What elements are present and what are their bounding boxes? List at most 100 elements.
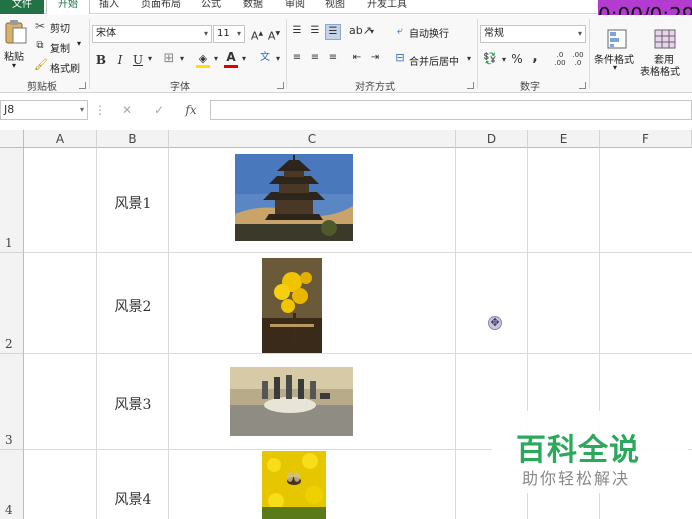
dialog-launcher-icon[interactable] xyxy=(579,82,586,89)
chevron-down-icon: ▾ xyxy=(203,29,208,38)
chevron-down-icon[interactable]: ▾ xyxy=(240,52,248,66)
decrease-decimal-icon[interactable]: .00.0 xyxy=(570,51,586,67)
percent-button[interactable]: % xyxy=(510,52,524,66)
increase-decimal-icon[interactable]: .0.00 xyxy=(552,51,568,67)
align-bottom-icon[interactable]: ☰ xyxy=(325,24,341,40)
shrink-font-button[interactable]: A▼ xyxy=(267,27,281,44)
align-center-icon[interactable]: ≡ xyxy=(308,51,322,65)
column-header-f[interactable]: F xyxy=(600,130,692,148)
enter-icon[interactable]: ✓ xyxy=(150,100,168,120)
tab-review[interactable]: 审阅 xyxy=(280,0,310,14)
grid-line xyxy=(24,353,692,354)
row-header-2[interactable]: 2 xyxy=(0,253,24,354)
number-format-select[interactable]: 常规 ▾ xyxy=(480,25,586,43)
border-icon[interactable]: ⊞ xyxy=(162,52,176,66)
chevron-down-icon: ▾ xyxy=(236,29,241,38)
merge-center-button[interactable]: 合并后居中 xyxy=(409,53,459,68)
name-box[interactable]: J8 ▾ xyxy=(0,100,88,120)
align-middle-icon[interactable]: ☰ xyxy=(308,24,322,38)
chevron-down-icon[interactable]: ▾ xyxy=(368,25,376,39)
cell-b1[interactable]: 风景1 xyxy=(97,193,169,213)
chevron-down-icon[interactable]: ▾ xyxy=(465,52,473,66)
chevron-down-icon[interactable]: ▾ xyxy=(146,52,154,66)
landscape-image-1[interactable] xyxy=(235,154,353,241)
chevron-down-icon[interactable]: ▾ xyxy=(212,52,220,66)
column-header-b[interactable]: B xyxy=(97,130,169,148)
align-left-icon[interactable]: ≡ xyxy=(290,51,304,65)
align-right-icon[interactable]: ≡ xyxy=(326,51,340,65)
copy-button[interactable]: 复制 xyxy=(50,40,70,55)
tab-home[interactable]: 开始 xyxy=(46,0,90,14)
insert-function-icon[interactable]: fx xyxy=(180,100,202,120)
bold-button[interactable]: B xyxy=(95,53,107,67)
wrap-text-button[interactable]: 自动换行 xyxy=(409,25,449,40)
grid-line xyxy=(24,252,692,253)
table-style-label-2: 表格格式 xyxy=(640,67,680,78)
tab-developer[interactable]: 开发工具 xyxy=(360,0,414,14)
align-top-icon[interactable]: ☰ xyxy=(290,24,304,38)
paste-button[interactable]: 粘贴 ▾ xyxy=(2,17,30,75)
font-color-button[interactable]: A xyxy=(224,50,238,68)
watermark-title: 百科全说 xyxy=(516,433,640,468)
orientation-icon[interactable]: ab↗ xyxy=(349,24,372,38)
comma-button[interactable]: , xyxy=(530,50,540,64)
tab-data[interactable]: 数据 xyxy=(238,0,268,14)
format-painter-button[interactable]: 格式刷 xyxy=(50,60,80,75)
fill-color-button[interactable]: ◈ xyxy=(196,51,210,68)
conditional-format-button[interactable]: 条件格式 ▾ xyxy=(594,27,640,77)
tab-formulas[interactable]: 公式 xyxy=(196,0,226,14)
fill-color-swatch xyxy=(196,65,210,68)
cell-b2[interactable]: 风景2 xyxy=(97,296,169,316)
chevron-down-icon: ▾ xyxy=(12,61,17,70)
group-divider xyxy=(89,19,90,89)
dialog-launcher-icon[interactable] xyxy=(79,82,86,89)
formula-input[interactable] xyxy=(210,100,692,120)
cut-button[interactable]: 剪切 xyxy=(50,20,70,35)
grow-font-button[interactable]: A▲ xyxy=(250,27,264,44)
currency-icon[interactable]: 💱 xyxy=(482,52,498,66)
clipboard-icon xyxy=(5,20,27,44)
row-header-4[interactable]: 4 xyxy=(0,450,24,519)
chevron-down-icon: ▾ xyxy=(577,29,582,38)
landscape-image-3[interactable] xyxy=(230,367,353,436)
row-header-3[interactable]: 3 xyxy=(0,354,24,450)
wrap-text-icon: ⤶ xyxy=(396,24,404,37)
number-format-value: 常规 xyxy=(484,28,504,39)
italic-button[interactable]: I xyxy=(114,53,126,67)
scissors-icon: ✂ xyxy=(34,19,46,33)
phonetic-button[interactable]: 文 xyxy=(258,51,272,65)
conditional-format-icon xyxy=(607,29,627,49)
select-all-corner[interactable] xyxy=(0,130,24,148)
tab-insert[interactable]: 插入 xyxy=(92,0,126,14)
chevron-down-icon[interactable]: ▾ xyxy=(500,53,508,67)
row-number: 3 xyxy=(5,433,13,447)
chevron-down-icon: ▾ xyxy=(613,63,618,72)
landscape-image-4[interactable] xyxy=(262,451,326,519)
font-name-value: 宋体 xyxy=(96,28,116,39)
tab-view[interactable]: 视图 xyxy=(320,0,350,14)
column-header-d[interactable]: D xyxy=(456,130,528,148)
cancel-icon[interactable]: ✕ xyxy=(118,100,136,120)
dialog-launcher-icon[interactable] xyxy=(467,82,474,89)
clipboard-group-label: 剪贴板 xyxy=(27,82,57,93)
column-header-a[interactable]: A xyxy=(24,130,97,148)
chevron-down-icon[interactable]: ▾ xyxy=(274,52,282,66)
dialog-launcher-icon[interactable] xyxy=(277,82,284,89)
row-number: 2 xyxy=(5,337,13,351)
column-header-e[interactable]: E xyxy=(528,130,600,148)
decrease-indent-icon[interactable]: ⇤ xyxy=(350,51,364,65)
column-header-c[interactable]: C xyxy=(169,130,456,148)
font-name-select[interactable]: 宋体 ▾ xyxy=(92,25,212,43)
format-as-table-button[interactable]: 套用 表格格式 xyxy=(640,27,692,78)
increase-indent-icon[interactable]: ⇥ xyxy=(368,51,382,65)
row-header-1[interactable]: 1 xyxy=(0,148,24,253)
cell-b4[interactable]: 风景4 xyxy=(97,489,169,509)
phonetic-label: 文 xyxy=(260,52,270,63)
underline-button[interactable]: U xyxy=(132,53,144,67)
landscape-image-2[interactable] xyxy=(262,258,322,353)
cell-b3[interactable]: 风景3 xyxy=(97,394,169,414)
font-size-select[interactable]: 11 ▾ xyxy=(213,25,245,43)
chevron-down-icon[interactable]: ▾ xyxy=(178,52,186,66)
tab-page-layout[interactable]: 页面布局 xyxy=(134,0,188,14)
tab-file[interactable]: 文件 xyxy=(0,0,44,14)
